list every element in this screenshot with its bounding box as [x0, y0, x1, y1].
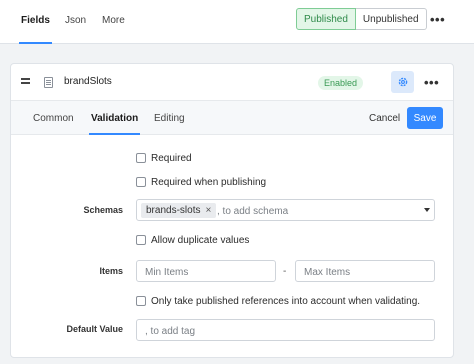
required-label: Required — [151, 152, 192, 164]
schema-tag: brands-slots × — [141, 203, 217, 218]
published-button[interactable]: Published — [296, 8, 356, 30]
min-items-placeholder: Min Items — [145, 267, 189, 278]
required-publishing-row: Required when publishing — [136, 175, 266, 189]
items-separator: - — [283, 266, 287, 277]
settings-button[interactable] — [391, 71, 414, 93]
tab-validation[interactable]: Validation — [88, 113, 141, 135]
schemas-label: Schemas — [83, 205, 123, 215]
default-value-label: Default Value — [66, 324, 123, 334]
default-value-placeholder: , to add tag — [145, 326, 196, 337]
publish-status-toggle: Published Unpublished — [296, 8, 427, 30]
schema-tag-label: brands-slots — [146, 205, 201, 216]
field-menu-icon[interactable]: ••• — [424, 76, 439, 89]
required-publishing-checkbox[interactable] — [136, 177, 146, 187]
tab-fields[interactable]: Fields — [19, 15, 52, 44]
max-items-input[interactable]: Max Items — [295, 260, 435, 282]
drag-handle-icon[interactable] — [21, 78, 30, 85]
save-button[interactable]: Save — [407, 107, 443, 129]
tab-more[interactable]: More — [102, 15, 125, 26]
more-options-icon[interactable]: ••• — [430, 13, 445, 26]
gear-icon — [398, 77, 407, 87]
document-icon — [44, 77, 53, 88]
tab-common[interactable]: Common — [33, 113, 74, 124]
published-refs-row: Only take published references into acco… — [136, 294, 420, 308]
field-name: brandSlots — [64, 76, 112, 87]
required-publishing-label: Required when publishing — [151, 176, 267, 188]
chevron-down-icon[interactable] — [424, 208, 430, 212]
top-bar: Fields Json More Published Unpublished •… — [0, 0, 474, 44]
schemas-placeholder: , to add schema — [217, 206, 289, 217]
tab-json[interactable]: Json — [65, 15, 86, 26]
allow-duplicates-row: Allow duplicate values — [136, 233, 249, 247]
cancel-button[interactable]: Cancel — [369, 113, 400, 124]
tab-editing[interactable]: Editing — [154, 113, 185, 124]
required-row: Required — [136, 151, 192, 165]
default-value-input[interactable]: , to add tag — [136, 319, 435, 341]
unpublished-button[interactable]: Unpublished — [355, 8, 427, 30]
status-badge: Enabled — [318, 76, 364, 90]
min-items-input[interactable]: Min Items — [136, 260, 276, 282]
required-checkbox[interactable] — [136, 153, 146, 163]
field-sub-tabs: Common Validation Editing Cancel Save — [11, 101, 453, 135]
published-refs-checkbox[interactable] — [136, 296, 146, 306]
schemas-select[interactable]: brands-slots × , to add schema — [136, 199, 435, 221]
field-header: brandSlots Enabled ••• — [11, 64, 453, 101]
remove-tag-icon[interactable]: × — [205, 205, 211, 216]
published-refs-label: Only take published references into acco… — [151, 295, 421, 307]
field-card: brandSlots Enabled ••• Common Validation… — [10, 63, 454, 358]
allow-duplicates-checkbox[interactable] — [136, 235, 146, 245]
items-label: Items — [99, 266, 123, 276]
allow-duplicates-label: Allow duplicate values — [151, 234, 250, 246]
max-items-placeholder: Max Items — [304, 267, 351, 278]
